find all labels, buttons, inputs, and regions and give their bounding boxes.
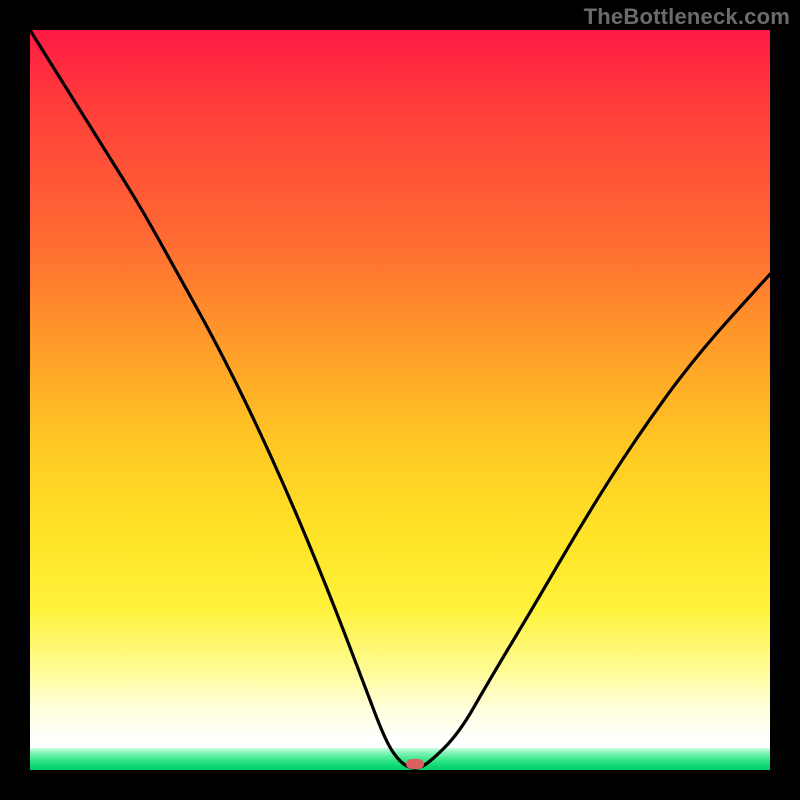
valley-marker xyxy=(406,759,424,769)
bottleneck-curve-line xyxy=(30,30,770,770)
watermark-text: TheBottleneck.com xyxy=(584,4,790,30)
chart-frame: TheBottleneck.com xyxy=(0,0,800,800)
plot-area xyxy=(30,30,770,770)
